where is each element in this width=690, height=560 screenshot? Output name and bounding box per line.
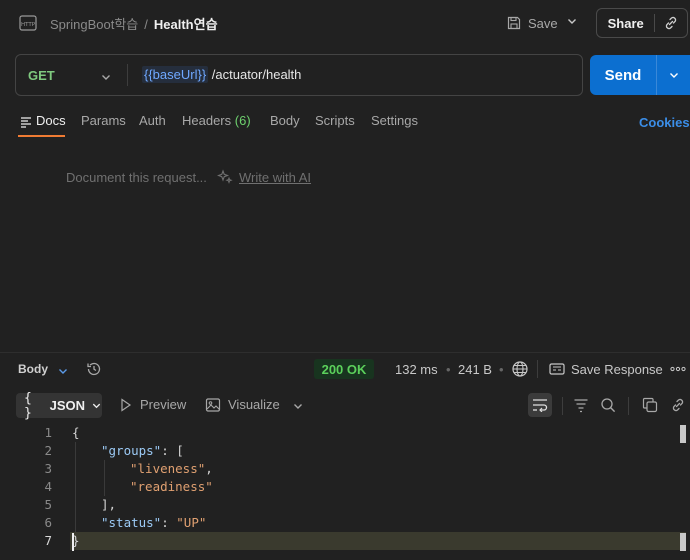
url-input[interactable]: {{baseUrl}} /actuator/health bbox=[142, 66, 302, 83]
line-number: 4 bbox=[44, 479, 52, 494]
save-response-button[interactable]: Save Response bbox=[571, 362, 663, 377]
tab-headers[interactable]: Headers (6) bbox=[182, 113, 251, 128]
indent-guide bbox=[104, 460, 105, 496]
json-punct: , bbox=[205, 461, 213, 476]
text-cursor bbox=[72, 533, 74, 551]
word-wrap-icon bbox=[532, 398, 548, 412]
chevron-down-icon bbox=[91, 400, 102, 411]
svg-text:HTTP: HTTP bbox=[21, 22, 36, 28]
code-line: 5 ], bbox=[0, 496, 690, 514]
save-response-icon bbox=[549, 362, 565, 376]
chevron-down-icon[interactable] bbox=[100, 71, 112, 83]
link-icon[interactable] bbox=[670, 397, 686, 413]
save-label: Save bbox=[528, 15, 558, 31]
floppy-disk-icon bbox=[506, 15, 522, 31]
url-path: /actuator/health bbox=[208, 67, 302, 82]
cookies-link[interactable]: Cookies bbox=[639, 115, 690, 130]
line-number: 3 bbox=[44, 461, 52, 476]
panel-divider[interactable] bbox=[0, 352, 690, 353]
request-title[interactable]: Health연습 bbox=[154, 17, 218, 32]
search-icon[interactable] bbox=[600, 397, 616, 413]
separator-dot: • bbox=[499, 362, 504, 377]
breadcrumb-collection[interactable]: SpringBoot학습 bbox=[50, 17, 138, 32]
json-punct: : [ bbox=[161, 443, 184, 458]
json-key: "groups" bbox=[101, 443, 162, 458]
format-label: JSON bbox=[49, 398, 85, 413]
json-key: "status" bbox=[101, 515, 162, 530]
chevron-down-icon[interactable] bbox=[566, 15, 578, 27]
method-select[interactable]: GET bbox=[28, 68, 55, 83]
url-variable[interactable]: {{baseUrl}} bbox=[142, 66, 209, 83]
code-text: { bbox=[72, 425, 80, 440]
code-text: ], bbox=[101, 497, 117, 512]
chevron-down-icon[interactable] bbox=[657, 55, 690, 95]
divider bbox=[628, 397, 629, 415]
docs-icon bbox=[20, 116, 32, 128]
line-number: 5 bbox=[44, 497, 52, 512]
breadcrumb-separator: / bbox=[144, 17, 148, 32]
share-button[interactable]: Share bbox=[597, 16, 654, 31]
response-size[interactable]: 241 B bbox=[458, 362, 492, 377]
divider bbox=[537, 360, 538, 378]
response-time[interactable]: 132 ms bbox=[395, 362, 438, 377]
filter-icon[interactable] bbox=[573, 397, 589, 413]
image-icon bbox=[205, 397, 221, 413]
share-button-group: Share bbox=[596, 8, 688, 38]
link-icon[interactable] bbox=[655, 15, 687, 31]
tab-headers-label: Headers bbox=[182, 113, 232, 128]
send-button-group: Send bbox=[590, 55, 690, 95]
url-bar: GET {{baseUrl}} /actuator/health bbox=[15, 54, 583, 96]
save-button[interactable]: Save bbox=[502, 10, 562, 36]
line-number: 2 bbox=[44, 443, 52, 458]
scrollbar-thumb[interactable] bbox=[680, 425, 686, 443]
history-icon[interactable] bbox=[86, 361, 102, 377]
format-select[interactable]: { } JSON bbox=[16, 390, 102, 421]
separator-dot: • bbox=[446, 362, 451, 377]
json-punct: : bbox=[161, 515, 177, 530]
write-with-ai-link[interactable]: Write with AI bbox=[239, 170, 311, 185]
tab-docs[interactable]: Docs bbox=[36, 113, 66, 128]
code-line: 7 } bbox=[0, 532, 690, 550]
chevron-down-icon[interactable] bbox=[292, 400, 304, 412]
json-string: "liveness" bbox=[130, 461, 206, 476]
tab-scripts[interactable]: Scripts bbox=[315, 113, 355, 128]
send-button[interactable]: Send bbox=[590, 55, 656, 95]
more-options-icon[interactable] bbox=[670, 366, 686, 372]
response-body-label[interactable]: Body bbox=[18, 362, 48, 376]
word-wrap-button[interactable] bbox=[528, 393, 552, 417]
line-number: 7 bbox=[44, 533, 52, 548]
headers-count-badge: (6) bbox=[234, 113, 251, 128]
breadcrumb: SpringBoot학습 / Health연습 bbox=[50, 14, 218, 33]
braces-icon: { } bbox=[24, 390, 32, 421]
divider bbox=[562, 397, 563, 415]
active-tab-indicator bbox=[18, 135, 65, 137]
tab-params[interactable]: Params bbox=[81, 113, 126, 128]
status-badge[interactable]: 200 OK bbox=[314, 359, 374, 379]
line-number: 6 bbox=[44, 515, 52, 530]
code-line: 1 { bbox=[0, 424, 690, 442]
divider bbox=[127, 64, 128, 86]
http-file-icon: HTTP bbox=[18, 13, 38, 33]
documentation-input[interactable]: Document this request... bbox=[66, 170, 207, 185]
copy-icon[interactable] bbox=[642, 397, 658, 413]
tab-settings[interactable]: Settings bbox=[371, 113, 418, 128]
preview-tab[interactable]: Preview bbox=[140, 397, 186, 412]
json-string: "UP" bbox=[176, 515, 207, 530]
globe-icon[interactable] bbox=[511, 360, 529, 378]
scrollbar-marker[interactable] bbox=[680, 533, 686, 551]
code-line: 6 "status": "UP" bbox=[0, 514, 690, 532]
tab-auth[interactable]: Auth bbox=[139, 113, 166, 128]
chevron-down-icon[interactable] bbox=[57, 365, 69, 377]
sparkle-icon bbox=[217, 169, 233, 185]
tab-body[interactable]: Body bbox=[270, 113, 300, 128]
code-line: 2 "groups": [ bbox=[0, 442, 690, 460]
play-icon bbox=[120, 398, 132, 412]
visualize-tab[interactable]: Visualize bbox=[228, 397, 280, 412]
json-string: "readiness" bbox=[130, 479, 213, 494]
indent-guide bbox=[75, 442, 76, 532]
line-number: 1 bbox=[44, 425, 52, 440]
